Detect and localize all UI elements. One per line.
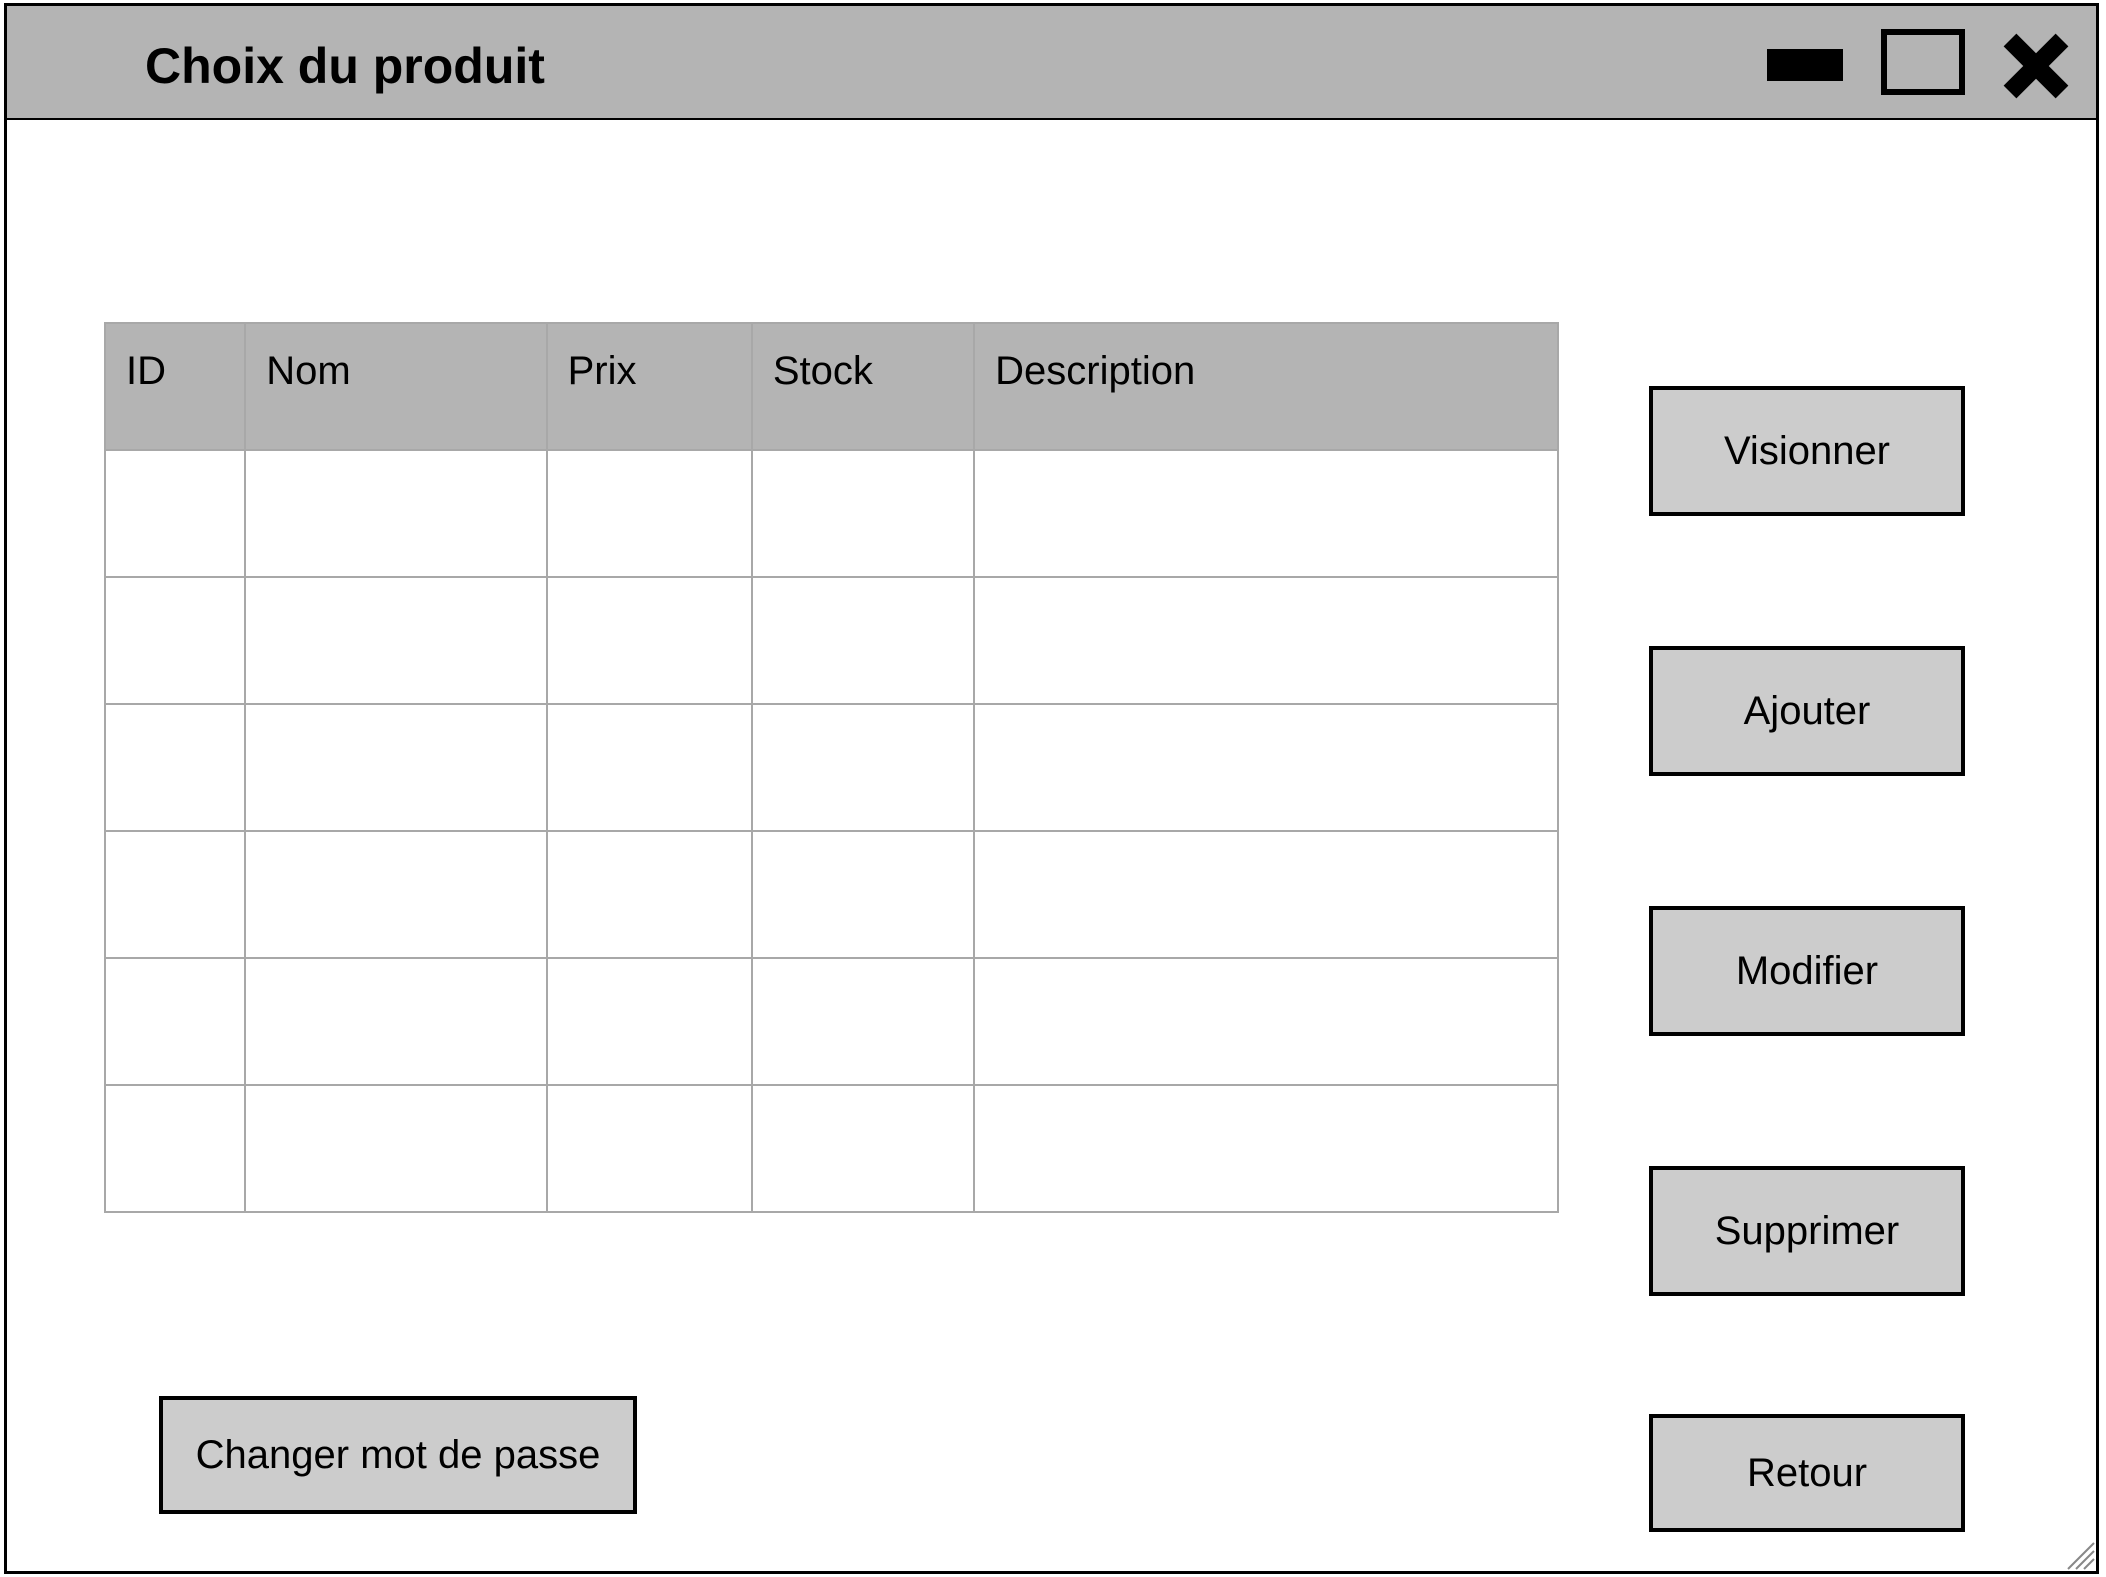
maximize-icon[interactable] [1881,29,1965,95]
table-cell-id[interactable] [103,957,247,1086]
column-header-name[interactable]: Nom [244,322,548,451]
table-cell-stock[interactable] [750,449,976,578]
table-cell-price[interactable] [545,1084,753,1213]
change-password-button[interactable]: Changer mot de passe [159,1396,637,1514]
view-button[interactable]: Visionner [1649,386,1965,516]
close-icon[interactable] [2000,30,2072,102]
resize-grip-icon[interactable] [2062,1537,2096,1571]
table-cell-name[interactable] [244,576,548,705]
table-cell-price[interactable] [545,449,753,578]
table-row[interactable] [103,1084,1559,1213]
column-header-price[interactable]: Prix [545,322,753,451]
title-bar[interactable]: Choix du produit [7,6,2096,120]
table-cell-name[interactable] [244,449,548,578]
table-row[interactable] [103,703,1559,832]
table-cell-id[interactable] [103,1084,247,1213]
add-button[interactable]: Ajouter [1649,646,1965,776]
table-cell-price[interactable] [545,830,753,959]
table-cell-id[interactable] [103,830,247,959]
table-row[interactable] [103,957,1559,1086]
table-cell-description[interactable] [973,830,1559,959]
column-header-id[interactable]: ID [103,322,247,451]
table-row[interactable] [103,576,1559,705]
table-cell-name[interactable] [244,703,548,832]
table-cell-description[interactable] [973,957,1559,1086]
table-cell-id[interactable] [103,449,247,578]
table-cell-price[interactable] [545,576,753,705]
table-row[interactable] [103,449,1559,578]
table-cell-id[interactable] [103,703,247,832]
table-header-row: ID Nom Prix Stock Description [103,322,1559,451]
window-title: Choix du produit [145,38,545,94]
table-cell-price[interactable] [545,703,753,832]
column-header-stock[interactable]: Stock [750,322,976,451]
table-cell-description[interactable] [973,449,1559,578]
table-cell-name[interactable] [244,830,548,959]
table-cell-stock[interactable] [750,576,976,705]
table-cell-description[interactable] [973,703,1559,832]
table-cell-stock[interactable] [750,703,976,832]
minimize-icon[interactable] [1767,49,1843,81]
table-cell-stock[interactable] [750,957,976,1086]
table-cell-stock[interactable] [750,1084,976,1213]
edit-button[interactable]: Modifier [1649,906,1965,1036]
table-row[interactable] [103,830,1559,959]
table-cell-description[interactable] [973,1084,1559,1213]
table-cell-name[interactable] [244,957,548,1086]
back-button[interactable]: Retour [1649,1414,1965,1532]
product-table: ID Nom Prix Stock Description [103,322,1559,1213]
table-cell-id[interactable] [103,576,247,705]
table-cell-price[interactable] [545,957,753,1086]
table-cell-stock[interactable] [750,830,976,959]
product-choice-window: Choix du produit ID Nom Prix Stock Descr… [4,3,2099,1574]
delete-button[interactable]: Supprimer [1649,1166,1965,1296]
table-cell-name[interactable] [244,1084,548,1213]
column-header-description[interactable]: Description [973,322,1559,451]
table-cell-description[interactable] [973,576,1559,705]
